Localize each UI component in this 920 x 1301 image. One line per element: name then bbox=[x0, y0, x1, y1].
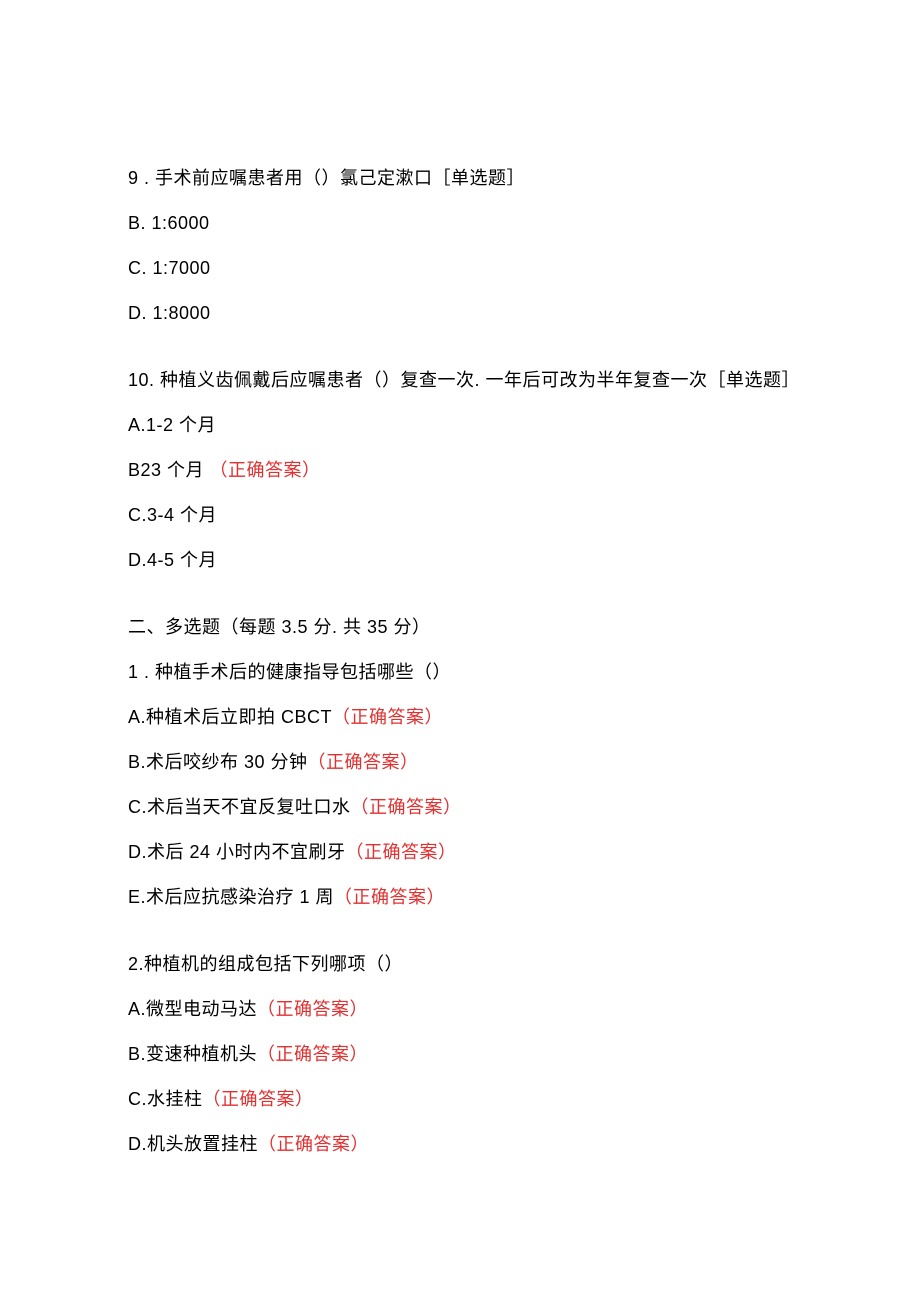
question-10-option-a: A.1-2 个月 bbox=[128, 412, 800, 439]
option-text: D.术后 24 小时内不宜刷牙 bbox=[128, 842, 346, 862]
correct-answer-label: （正确答案） bbox=[332, 707, 443, 727]
spacer bbox=[128, 592, 800, 614]
question-9-option-d: D. 1:8000 bbox=[128, 300, 800, 327]
option-text: B.术后咬纱布 30 分钟 bbox=[128, 752, 308, 772]
option-text: C.术后当天不宜反复吐口水 bbox=[128, 797, 351, 817]
option-text: A.种植术后立即拍 CBCT bbox=[128, 707, 332, 727]
mquestion-2-option-b: B.变速种植机头（正确答案） bbox=[128, 1041, 800, 1068]
spacer bbox=[128, 345, 800, 367]
mquestion-1-text: 1 . 种植手术后的健康指导包括哪些（） bbox=[128, 659, 800, 686]
question-9-option-b: B. 1:6000 bbox=[128, 210, 800, 237]
correct-answer-label: （正确答案） bbox=[308, 752, 419, 772]
mquestion-1-option-c: C.术后当天不宜反复吐口水（正确答案） bbox=[128, 794, 800, 821]
correct-answer-label: （正确答案） bbox=[203, 1089, 314, 1109]
question-9-text: 9 . 手术前应嘱患者用（）氯己定漱口［单选题］ bbox=[128, 165, 800, 192]
mquestion-1-option-d: D.术后 24 小时内不宜刷牙（正确答案） bbox=[128, 839, 800, 866]
mquestion-1-option-e: E.术后应抗感染治疗 1 周（正确答案） bbox=[128, 884, 800, 911]
mquestion-2-option-a: A.微型电动马达（正确答案） bbox=[128, 996, 800, 1023]
correct-answer-label: （正确答案） bbox=[334, 887, 445, 907]
option-text: A.微型电动马达 bbox=[128, 999, 257, 1019]
correct-answer-label: （正确答案） bbox=[346, 842, 457, 862]
mquestion-1-option-a: A.种植术后立即拍 CBCT（正确答案） bbox=[128, 704, 800, 731]
mquestion-2-option-d: D.机头放置挂柱（正确答案） bbox=[128, 1131, 800, 1158]
mquestion-2-text: 2.种植机的组成包括下列哪项（） bbox=[128, 951, 800, 978]
option-text: D.机头放置挂柱 bbox=[128, 1134, 258, 1154]
question-10-text: 10. 种植义齿佩戴后应嘱患者（）复查一次. 一年后可改为半年复查一次［单选题］ bbox=[128, 367, 800, 394]
document-page: 9 . 手术前应嘱患者用（）氯己定漱口［单选题］ B. 1:6000 C. 1:… bbox=[0, 0, 920, 1256]
section-2-header: 二、多选题（每题 3.5 分. 共 35 分） bbox=[128, 614, 800, 641]
mquestion-1-option-b: B.术后咬纱布 30 分钟（正确答案） bbox=[128, 749, 800, 776]
option-text: E.术后应抗感染治疗 1 周 bbox=[128, 887, 334, 907]
correct-answer-label: （正确答案） bbox=[210, 460, 321, 480]
question-10-option-c: C.3-4 个月 bbox=[128, 502, 800, 529]
question-10-option-d: D.4-5 个月 bbox=[128, 547, 800, 574]
mquestion-2-option-c: C.水挂柱（正确答案） bbox=[128, 1086, 800, 1113]
option-text: B.变速种植机头 bbox=[128, 1044, 257, 1064]
question-10-option-b: B23 个月 （正确答案） bbox=[128, 457, 800, 484]
question-9-option-c: C. 1:7000 bbox=[128, 255, 800, 282]
correct-answer-label: （正确答案） bbox=[257, 999, 368, 1019]
option-text: B23 个月 bbox=[128, 460, 210, 480]
correct-answer-label: （正确答案） bbox=[351, 797, 462, 817]
spacer bbox=[128, 929, 800, 951]
correct-answer-label: （正确答案） bbox=[257, 1044, 368, 1064]
correct-answer-label: （正确答案） bbox=[258, 1134, 369, 1154]
option-text: C.水挂柱 bbox=[128, 1089, 203, 1109]
